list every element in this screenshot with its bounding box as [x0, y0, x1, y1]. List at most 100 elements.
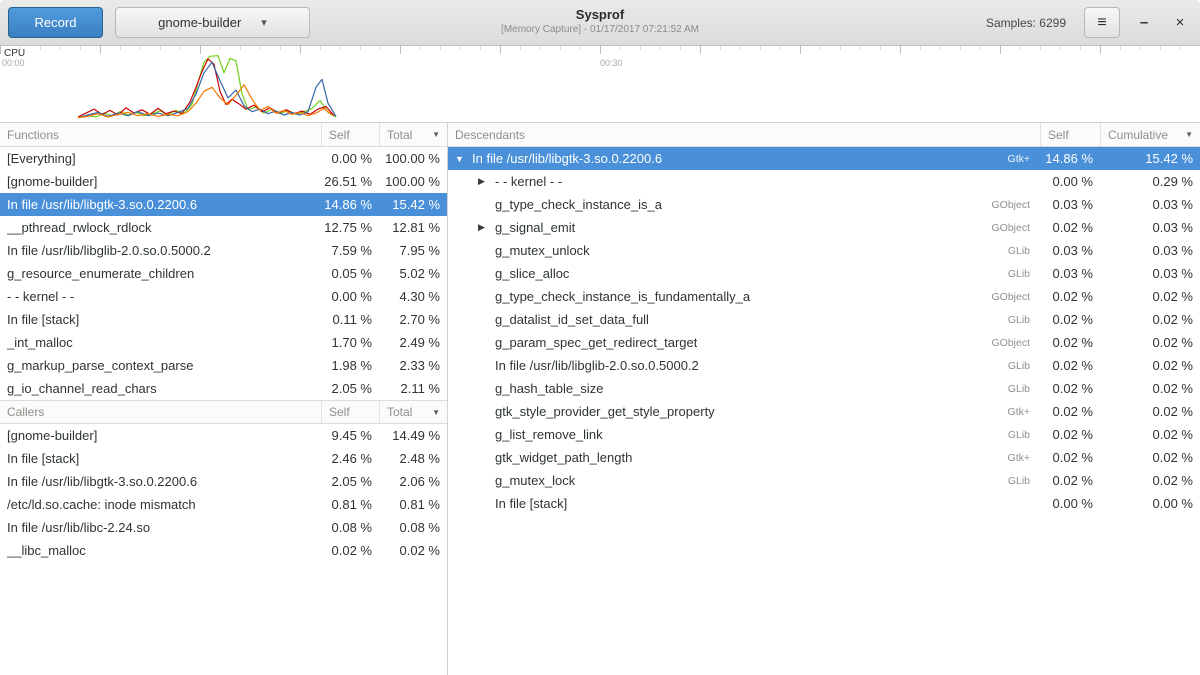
column-header-self[interactable]: Self [321, 401, 379, 423]
function-row[interactable]: __pthread_rwlock_rdlock12.75 %12.81 % [0, 216, 447, 239]
function-name-cell: - - kernel - - [0, 289, 321, 304]
descendant-row[interactable]: g_slice_allocGLib0.03 %0.03 % [448, 262, 1200, 285]
function-row[interactable]: In file /usr/lib/libglib-2.0.so.0.5000.2… [0, 239, 447, 262]
self-percent: 1.98 % [321, 358, 379, 373]
total-percent: 0.00 % [1100, 496, 1200, 511]
function-name: [gnome-builder] [7, 428, 97, 443]
function-name: In file [stack] [7, 451, 79, 466]
self-percent: 1.70 % [321, 335, 379, 350]
descendant-row[interactable]: g_hash_table_sizeGLib0.02 %0.02 % [448, 377, 1200, 400]
function-name-cell: In file [stack] [0, 451, 321, 466]
function-name-cell: ▼In file /usr/lib/libgtk-3.so.0.2200.6Gt… [448, 151, 1040, 166]
library-badge: GLib [1008, 314, 1040, 326]
descendant-row[interactable]: g_type_check_instance_is_fundamentally_a… [448, 285, 1200, 308]
cpu-red-line [78, 59, 334, 117]
function-name-cell: [gnome-builder] [0, 428, 321, 443]
self-percent: 0.00 % [1040, 174, 1100, 189]
column-header-total-label: Total [387, 405, 412, 419]
descendant-row[interactable]: In file [stack]0.00 %0.00 % [448, 492, 1200, 515]
expander-closed-icon[interactable]: ▶ [478, 222, 495, 233]
total-percent: 2.70 % [379, 312, 447, 327]
descendant-row[interactable]: g_mutex_unlockGLib0.03 %0.03 % [448, 239, 1200, 262]
total-percent: 12.81 % [379, 220, 447, 235]
function-name-cell: In file /usr/lib/libglib-2.0.so.0.5000.2… [448, 358, 1040, 373]
function-name-cell: In file /usr/lib/libgtk-3.so.0.2200.6 [0, 197, 321, 212]
column-header-callers[interactable]: Callers [0, 401, 321, 423]
function-name: g_mutex_unlock [495, 243, 590, 258]
caller-row[interactable]: In file /usr/lib/libc-2.24.so0.08 %0.08 … [0, 516, 447, 539]
column-header-total[interactable]: Total ▼ [379, 401, 447, 423]
function-name-cell: g_resource_enumerate_children [0, 266, 321, 281]
function-row[interactable]: [gnome-builder]26.51 %100.00 % [0, 170, 447, 193]
function-name-cell: In file [stack] [448, 496, 1040, 511]
callers-table: Callers Self Total ▼ [gnome-builder]9.45… [0, 400, 447, 562]
function-name-cell: _int_malloc [0, 335, 321, 350]
timeline-label-mid: 00:30 [600, 58, 623, 68]
expander-open-icon[interactable]: ▼ [455, 154, 472, 164]
menu-button[interactable]: ≡ [1084, 7, 1120, 38]
total-percent: 2.06 % [379, 474, 447, 489]
function-row[interactable]: g_resource_enumerate_children0.05 %5.02 … [0, 262, 447, 285]
descendant-row[interactable]: ▶g_signal_emitGObject0.02 %0.03 % [448, 216, 1200, 239]
record-button[interactable]: Record [8, 7, 103, 38]
column-header-total[interactable]: Total ▼ [379, 123, 447, 146]
cpu-graph[interactable]: CPU 00:00 00:30 [0, 46, 1200, 123]
column-header-self[interactable]: Self [1040, 123, 1100, 146]
column-header-descendants[interactable]: Descendants [448, 123, 1040, 146]
descendant-row[interactable]: g_list_remove_linkGLib0.02 %0.02 % [448, 423, 1200, 446]
process-selector-dropdown[interactable]: gnome-builder ▾ [115, 7, 310, 38]
callers-table-body: [gnome-builder]9.45 %14.49 % In file [sta… [0, 424, 447, 562]
descendant-row[interactable]: ▼In file /usr/lib/libgtk-3.so.0.2200.6Gt… [448, 147, 1200, 170]
function-row[interactable]: g_markup_parse_context_parse1.98 %2.33 % [0, 354, 447, 377]
function-name: - - kernel - - [495, 174, 562, 189]
library-badge: GLib [1008, 475, 1040, 487]
total-percent: 14.49 % [379, 428, 447, 443]
function-name-cell: g_slice_allocGLib [448, 266, 1040, 281]
caller-row[interactable]: In file /usr/lib/libgtk-3.so.0.2200.62.0… [0, 470, 447, 493]
caller-row[interactable]: [gnome-builder]9.45 %14.49 % [0, 424, 447, 447]
descendant-row[interactable]: gtk_widget_path_lengthGtk+0.02 %0.02 % [448, 446, 1200, 469]
descendant-row[interactable]: ▶- - kernel - -0.00 %0.29 % [448, 170, 1200, 193]
sort-indicator-icon: ▼ [432, 408, 440, 417]
minimize-button[interactable]: – [1132, 11, 1156, 35]
function-row[interactable]: _int_malloc1.70 %2.49 % [0, 331, 447, 354]
descendant-row[interactable]: gtk_style_provider_get_style_propertyGtk… [448, 400, 1200, 423]
expander-closed-icon[interactable]: ▶ [478, 176, 495, 187]
function-row[interactable]: g_io_channel_read_chars2.05 %2.11 % [0, 377, 447, 400]
descendant-row[interactable]: g_type_check_instance_is_aGObject0.03 %0… [448, 193, 1200, 216]
library-badge: GObject [991, 222, 1040, 234]
library-badge: GObject [991, 291, 1040, 303]
self-percent: 2.46 % [321, 451, 379, 466]
descendant-row[interactable]: g_mutex_lockGLib0.02 %0.02 % [448, 469, 1200, 492]
total-percent: 2.33 % [379, 358, 447, 373]
function-name: - - kernel - - [7, 289, 74, 304]
column-header-cumulative[interactable]: Cumulative ▼ [1100, 123, 1200, 146]
caller-row[interactable]: /etc/ld.so.cache: inode mismatch0.81 %0.… [0, 493, 447, 516]
column-header-self[interactable]: Self [321, 123, 379, 146]
total-percent: 0.02 % [1100, 404, 1200, 419]
function-row[interactable]: [Everything]0.00 %100.00 % [0, 147, 447, 170]
column-header-functions[interactable]: Functions [0, 123, 321, 146]
sort-indicator-icon: ▼ [1185, 130, 1193, 139]
function-name-cell: gtk_widget_path_lengthGtk+ [448, 450, 1040, 465]
self-percent: 0.02 % [1040, 358, 1100, 373]
descendant-row[interactable]: g_param_spec_get_redirect_targetGObject0… [448, 331, 1200, 354]
function-name: In file /usr/lib/libglib-2.0.so.0.5000.2 [7, 243, 211, 258]
functions-table-header: Functions Self Total ▼ [0, 123, 447, 147]
close-button[interactable]: × [1168, 11, 1192, 35]
function-row[interactable]: In file [stack]0.11 %2.70 % [0, 308, 447, 331]
self-percent: 26.51 % [321, 174, 379, 189]
total-percent: 0.02 % [1100, 289, 1200, 304]
function-row[interactable]: - - kernel - - 0.00 %4.30 % [0, 285, 447, 308]
function-name: g_type_check_instance_is_a [495, 197, 662, 212]
caller-row[interactable]: In file [stack]2.46 %2.48 % [0, 447, 447, 470]
total-percent: 4.30 % [379, 289, 447, 304]
caller-row[interactable]: __libc_malloc0.02 %0.02 % [0, 539, 447, 562]
self-percent: 0.00 % [321, 289, 379, 304]
descendant-row[interactable]: g_datalist_id_set_data_fullGLib0.02 %0.0… [448, 308, 1200, 331]
function-row[interactable]: In file /usr/lib/libgtk-3.so.0.2200.614.… [0, 193, 447, 216]
function-name: g_io_channel_read_chars [7, 381, 157, 396]
descendant-row[interactable]: In file /usr/lib/libglib-2.0.so.0.5000.2… [448, 354, 1200, 377]
functions-table-body: [Everything]0.00 %100.00 %[gnome-builder… [0, 147, 447, 400]
total-percent: 0.03 % [1100, 197, 1200, 212]
